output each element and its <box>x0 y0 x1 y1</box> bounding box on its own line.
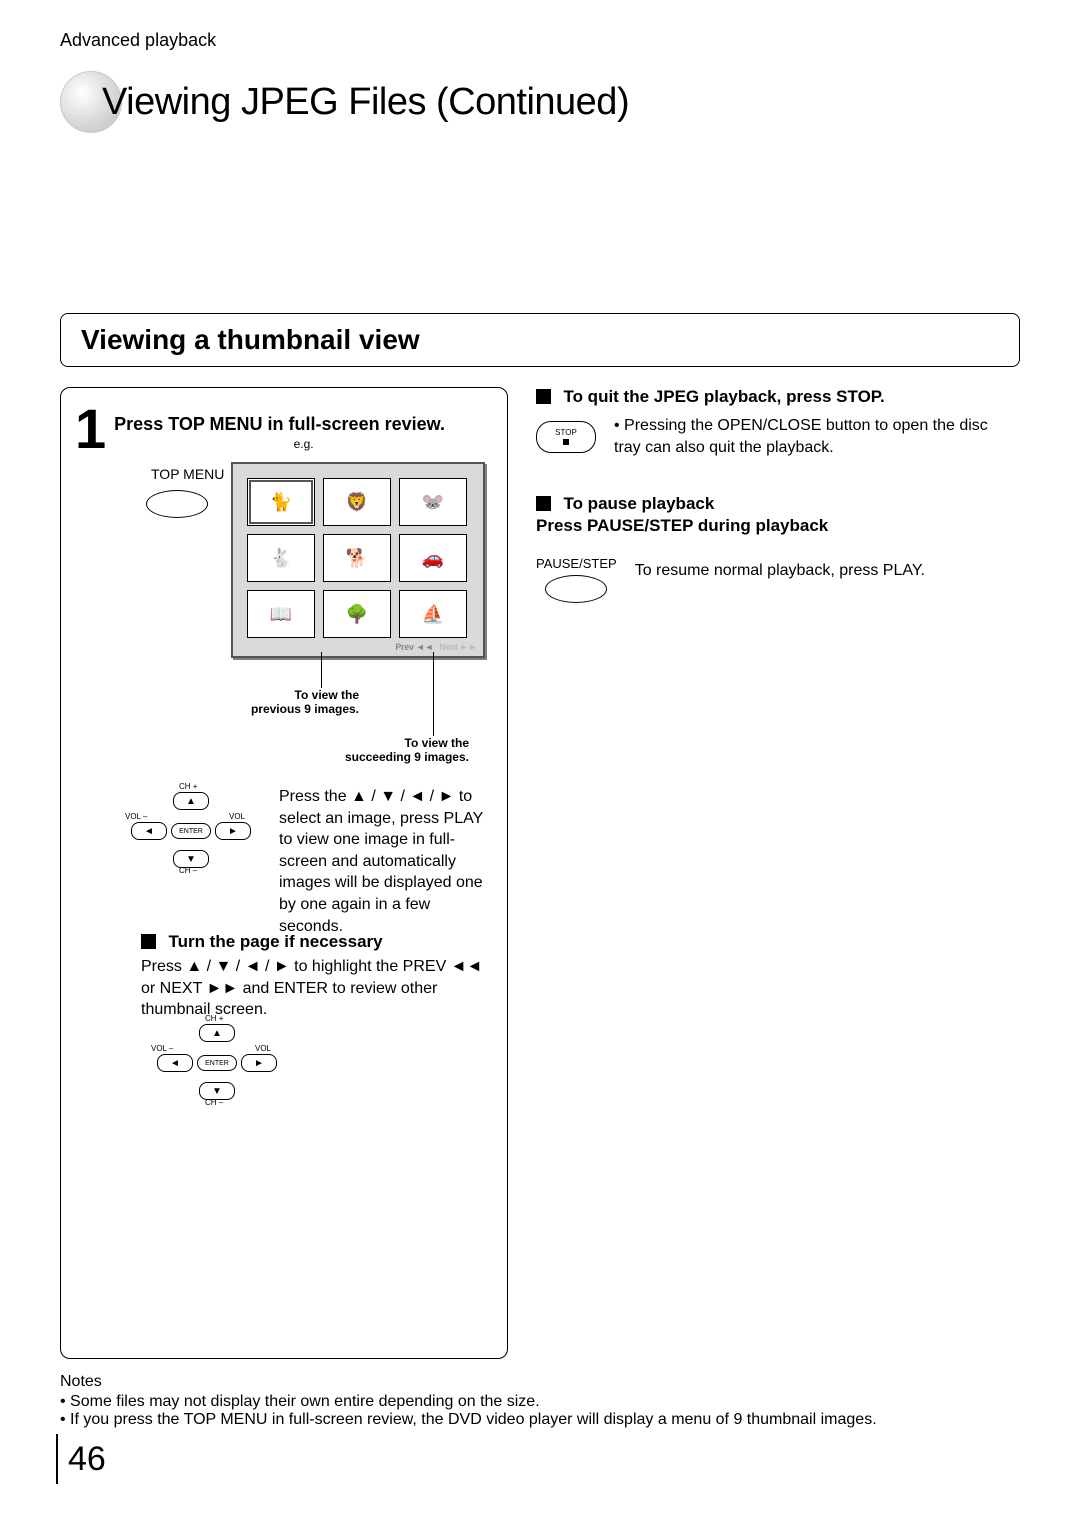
ch-plus-label: CH + <box>205 1014 223 1023</box>
manual-page: Advanced playback Viewing JPEG Files (Co… <box>0 0 1080 1524</box>
vol-minus-label: VOL – <box>125 812 147 821</box>
quit-heading: To quit the JPEG playback, press STOP. <box>563 387 884 406</box>
dog-drawing-icon: 🐕 <box>346 548 368 569</box>
content-columns: 1 Press TOP MENU in full-screen review. … <box>60 387 1020 1359</box>
next-callout-text: To view the succeeding 9 images. <box>301 736 469 764</box>
up-button-icon: ▲ <box>199 1024 235 1042</box>
rabbit-drawing-icon: 🐇 <box>270 548 292 569</box>
section-heading: Viewing a thumbnail view <box>60 313 1020 367</box>
right-button-icon: ► <box>215 822 251 840</box>
thumbnail-3: 🐭 <box>399 478 467 526</box>
down-button-icon: ▼ <box>173 850 209 868</box>
thumbnail-screen: 🐈 🦁 🐭 🐇 🐕 🚗 📖 🌳 ⛵ Prev ◄◄ Next ►► <box>231 462 485 658</box>
step-number: 1 <box>75 404 106 454</box>
vol-minus-label: VOL – <box>151 1044 173 1053</box>
thumbnail-8: 🌳 <box>323 590 391 638</box>
pause-heading: To pause playback <box>563 494 714 513</box>
left-button-icon: ◄ <box>157 1054 193 1072</box>
note-item-1: Some files may not display their own ent… <box>60 1393 1020 1411</box>
pause-step-button-icon <box>545 575 607 603</box>
square-bullet-icon <box>536 389 551 404</box>
mouse-drawing-icon: 🐭 <box>422 492 444 513</box>
down-button-icon: ▼ <box>199 1082 235 1100</box>
turn-page-block: Turn the page if necessary Press ▲ / ▼ /… <box>141 932 491 1021</box>
stop-label: STOP <box>555 429 577 437</box>
pause-step-label: PAUSE/STEP <box>536 556 617 571</box>
thumbnail-7: 📖 <box>247 590 315 638</box>
prev-next-bar: Prev ◄◄ Next ►► <box>395 642 477 652</box>
stop-square-icon <box>563 439 569 445</box>
thumbnail-5: 🐕 <box>323 534 391 582</box>
turn-page-heading: Turn the page if necessary <box>168 932 382 951</box>
thumbnail-4: 🐇 <box>247 534 315 582</box>
prev-callout-line <box>321 652 323 688</box>
thumbnail-grid: 🐈 🦁 🐭 🐇 🐕 🚗 📖 🌳 ⛵ <box>247 478 467 638</box>
eg-label: e.g. <box>114 437 493 451</box>
ship-drawing-icon: ⛵ <box>422 604 444 625</box>
direction-pad-2: CH + CH – VOL – VOL + ▲ ▼ ◄ ► ENTER <box>157 1018 277 1110</box>
page-title: Viewing JPEG Files (Continued) <box>102 81 629 124</box>
stop-button-icon: STOP <box>536 421 596 453</box>
turn-page-body: Press ▲ / ▼ / ◄ / ► to highlight the PRE… <box>141 956 491 1021</box>
quit-block: To quit the JPEG playback, press STOP. S… <box>536 387 988 458</box>
pause-subheading: Press PAUSE/STEP during playback <box>536 516 988 536</box>
up-button-icon: ▲ <box>173 792 209 810</box>
notes-block: Notes Some files may not display their o… <box>60 1373 1020 1429</box>
select-instruction: Press the ▲ / ▼ / ◄ / ► to select an ima… <box>279 786 495 937</box>
notes-heading: Notes <box>60 1373 1020 1391</box>
section-label: Advanced playback <box>60 30 1020 51</box>
direction-pad-1: CH + CH – VOL – VOL + ▲ ▼ ◄ ► ENTER <box>131 786 251 878</box>
square-bullet-icon <box>141 934 156 949</box>
step-title: Press TOP MENU in full-screen review. <box>114 414 493 435</box>
thumbnail-2: 🦁 <box>323 478 391 526</box>
prev-callout-text: To view the previous 9 images. <box>211 688 359 716</box>
thumbnail-1: 🐈 <box>247 478 315 526</box>
top-menu-label: TOP MENU <box>151 466 224 482</box>
enter-button-icon: ENTER <box>197 1055 237 1071</box>
page-number: 46 <box>56 1434 106 1484</box>
prev-indicator: Prev ◄◄ <box>395 642 433 652</box>
lion-drawing-icon: 🦁 <box>346 492 368 513</box>
cat-drawing-icon: 🐈 <box>270 492 292 513</box>
left-button-icon: ◄ <box>131 822 167 840</box>
thumbnail-9: ⛵ <box>399 590 467 638</box>
right-column: To quit the JPEG playback, press STOP. S… <box>536 387 988 1359</box>
tree-drawing-icon: 🌳 <box>346 604 368 625</box>
thumbnail-6: 🚗 <box>399 534 467 582</box>
right-button-icon: ► <box>241 1054 277 1072</box>
pause-body: To resume normal playback, press PLAY. <box>635 560 988 582</box>
pause-block: To pause playback Press PAUSE/STEP durin… <box>536 494 988 603</box>
ch-plus-label: CH + <box>179 782 197 791</box>
book-drawing-icon: 📖 <box>270 604 292 625</box>
next-callout-line <box>433 652 435 736</box>
step-1-row: 1 Press TOP MENU in full-screen review. … <box>75 404 493 454</box>
note-item-2: If you press the TOP MENU in full-screen… <box>60 1411 1020 1429</box>
quit-body: Pressing the OPEN/CLOSE button to open t… <box>614 415 988 458</box>
title-row: Viewing JPEG Files (Continued) <box>60 71 1020 133</box>
car-drawing-icon: 🚗 <box>422 548 444 569</box>
enter-button-icon: ENTER <box>171 823 211 839</box>
step-panel: 1 Press TOP MENU in full-screen review. … <box>60 387 508 1359</box>
next-indicator: Next ►► <box>439 642 477 652</box>
top-menu-button-icon <box>146 490 208 518</box>
square-bullet-icon <box>536 496 551 511</box>
